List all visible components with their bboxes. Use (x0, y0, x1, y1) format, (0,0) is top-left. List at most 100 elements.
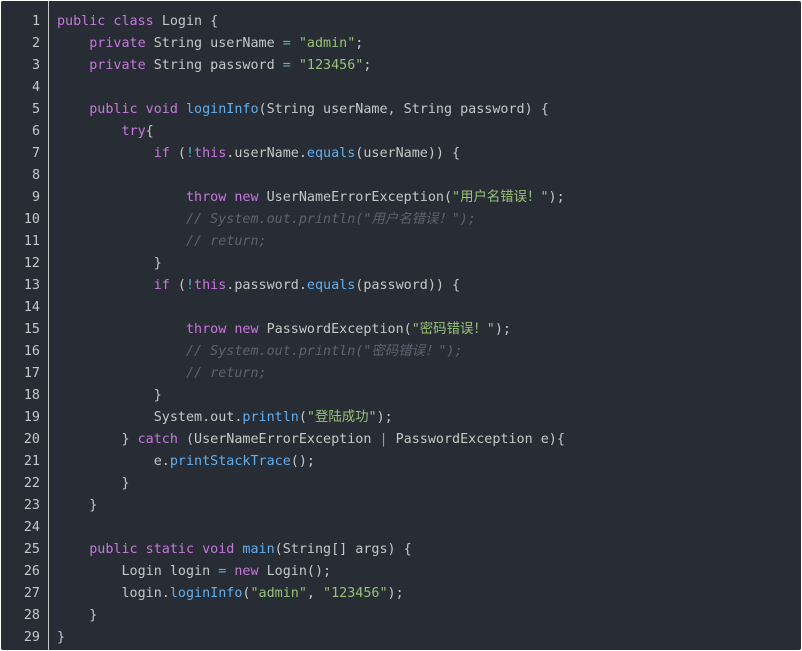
code-text[interactable]: e.printStackTrace(); (40, 451, 801, 473)
code-line: 20} catch (UserNameErrorException | Pass… (1, 429, 801, 451)
code-text[interactable]: } catch (UserNameErrorException | Passwo… (40, 429, 801, 451)
code-text[interactable]: // System.out.println("密码错误！"); (40, 341, 801, 363)
code-text[interactable]: } (40, 473, 801, 495)
code-token: = (282, 36, 291, 51)
code-token: throw new (185, 190, 267, 205)
line-number: 5 (31, 102, 40, 117)
code-token: loginInfo (169, 586, 243, 601)
code-token: PasswordException e){ (387, 432, 565, 447)
code-token: UserNameErrorException( (266, 190, 453, 205)
code-text[interactable]: public static void main(String[] args) { (40, 539, 801, 561)
code-token: (password)) { (355, 278, 461, 293)
code-token: equals (306, 278, 356, 293)
code-text[interactable] (40, 165, 801, 187)
code-token: ; (355, 36, 364, 51)
code-line: 4 (1, 77, 801, 99)
code-line: 8 (1, 165, 801, 187)
code-token: "admin" (298, 36, 356, 51)
code-token: private (89, 36, 154, 51)
code-text[interactable]: public class Login { (40, 11, 801, 33)
code-line: 11 // return; (1, 231, 801, 253)
code-token: if (153, 278, 178, 293)
code-text[interactable]: throw new PasswordException("密码错误！"); (40, 319, 801, 341)
line-number: 9 (31, 190, 40, 205)
code-text[interactable] (40, 77, 801, 99)
code-token: "admin" (250, 586, 307, 601)
code-text[interactable]: } (40, 627, 801, 649)
code-token: Login { (161, 14, 219, 29)
code-token: loginInfo (185, 102, 259, 117)
code-text[interactable]: System.out.println("登陆成功"); (40, 407, 801, 429)
code-line: 16 // System.out.println("密码错误！"); (1, 341, 801, 363)
code-text[interactable]: if (!this.userName.equals(userName)) { (40, 143, 801, 165)
code-token: new (234, 564, 267, 579)
code-text[interactable] (40, 297, 801, 319)
code-text[interactable]: // return; (40, 231, 801, 253)
code-token: // System.out.println("密码错误！"); (185, 344, 463, 359)
code-token: } (121, 432, 138, 447)
code-token: Login(); (266, 564, 332, 579)
code-token: (userName)) { (355, 146, 461, 161)
code-text[interactable]: login.loginInfo("admin", "123456"); (40, 583, 801, 605)
code-token: ); (548, 190, 565, 205)
code-token: } (57, 630, 66, 645)
code-text[interactable]: Login login = new Login(); (40, 561, 801, 583)
code-token: public class (57, 14, 162, 29)
code-text[interactable]: if (!this.password.equals(password)) { (40, 275, 801, 297)
code-token: (String userName, String password) { (258, 102, 549, 117)
line-number: 10 (23, 212, 40, 227)
code-line: 5 public void loginInfo(String userName, … (1, 99, 801, 121)
code-text[interactable] (40, 517, 801, 539)
code-text[interactable]: private String password = "123456"; (40, 55, 801, 77)
line-number: 12 (23, 256, 40, 271)
code-text[interactable]: throw new UserNameErrorException("用户名错误！… (40, 187, 801, 209)
code-line: 22} (1, 473, 801, 495)
code-token: (String[] args) { (274, 542, 412, 557)
line-number: 7 (31, 146, 40, 161)
code-token: } (121, 476, 130, 491)
code-text[interactable]: } (40, 605, 801, 627)
code-token: e. (153, 454, 170, 469)
line-number: 1 (31, 14, 40, 29)
code-line: 14 (1, 297, 801, 319)
code-token: ! (185, 278, 195, 293)
line-number: 15 (23, 322, 40, 337)
code-token: ; (363, 58, 372, 73)
code-token: "用户名错误！" (452, 190, 549, 205)
code-line: 12} (1, 253, 801, 275)
code-line: 10 // System.out.println("用户名错误！"); (1, 209, 801, 231)
code-token: (); (290, 454, 315, 469)
code-lines: 1 public class Login {2 private String use… (1, 11, 801, 649)
code-token: throw new (185, 322, 267, 337)
code-text[interactable]: // return; (40, 363, 801, 385)
line-number: 18 (23, 388, 40, 403)
line-number: 29 (23, 630, 40, 645)
code-token: // return; (185, 234, 267, 249)
code-token: , (306, 586, 324, 601)
line-number: 4 (31, 80, 40, 95)
line-number: 23 (23, 498, 40, 513)
code-line: 2 private String userName = "admin"; (1, 33, 801, 55)
code-text[interactable]: private String userName = "admin"; (40, 33, 801, 55)
code-text[interactable]: public void loginInfo(String userName, S… (40, 99, 801, 121)
code-line: 23} (1, 495, 801, 517)
code-editor[interactable]: 1 public class Login {2 private String use… (1, 1, 801, 650)
code-token: ); (494, 322, 511, 337)
code-token: } (153, 388, 162, 403)
code-token: public void (89, 102, 186, 117)
code-token: ); (387, 586, 404, 601)
code-text[interactable]: } (40, 253, 801, 275)
code-text[interactable]: try{ (40, 121, 801, 143)
code-text[interactable]: // System.out.println("用户名错误！"); (40, 209, 801, 231)
code-token: (UserNameErrorException (185, 432, 380, 447)
code-token: "123456" (323, 586, 388, 601)
line-number: 17 (23, 366, 40, 381)
code-text[interactable]: } (40, 385, 801, 407)
code-text[interactable]: } (40, 495, 801, 517)
line-number: 24 (23, 520, 40, 535)
code-token: } (153, 256, 162, 271)
code-token: .userName. (226, 146, 307, 161)
code-token: .password. (226, 278, 307, 293)
